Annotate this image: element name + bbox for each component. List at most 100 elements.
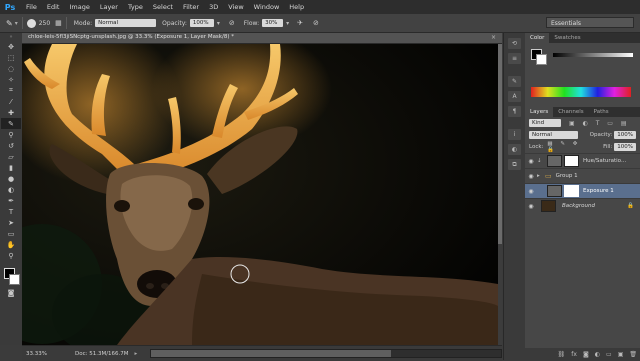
vertical-scrollbar[interactable] — [498, 44, 502, 345]
menu-help[interactable]: Help — [284, 3, 309, 11]
brush-presets-icon[interactable]: ✎ — [508, 76, 521, 87]
new-group-icon[interactable]: ▭ — [606, 351, 612, 358]
layer-row-selected[interactable]: ◉ Exposure 1 — [525, 183, 640, 198]
pen-icon[interactable]: ✒ — [1, 195, 21, 206]
trash-icon[interactable]: 🗑 — [629, 351, 637, 358]
path-select-icon[interactable]: ➤ — [1, 217, 21, 228]
close-document-icon[interactable]: × — [491, 34, 496, 41]
layers-panel-tabs: Layers Channels Paths — [525, 107, 640, 117]
styles-icon[interactable]: ⧉ — [508, 159, 521, 170]
opacity-field[interactable]: 100% — [189, 19, 214, 27]
blend-mode-select[interactable]: Normal — [529, 131, 578, 139]
background-color-swatch[interactable] — [9, 274, 20, 285]
lock-icons[interactable]: ▦ ✎ ✥ 🔒 — [547, 141, 589, 153]
document-tab[interactable]: chloe-leis-5fl3jiSNcptg-unsplash.jpg @ 3… — [22, 33, 502, 44]
airbrush-icon[interactable]: ✈ — [297, 19, 303, 27]
blur-icon[interactable]: ● — [1, 173, 21, 184]
visibility-eye-icon[interactable]: ◉ — [525, 158, 537, 165]
menu-type[interactable]: Type — [123, 3, 148, 11]
filter-icons[interactable]: ▣ ◐ T ▭ ▤ — [569, 120, 630, 127]
zoom-icon[interactable]: ⚲ — [1, 250, 21, 261]
add-mask-icon[interactable]: ◙ — [583, 351, 589, 358]
menu-3d[interactable]: 3D — [204, 3, 223, 11]
info-icon[interactable]: i — [508, 129, 521, 140]
link-icon[interactable]: ⛓ — [558, 351, 566, 358]
menu-select[interactable]: Select — [148, 3, 178, 11]
type-icon[interactable]: T — [1, 206, 21, 217]
mask-thumb[interactable] — [564, 185, 579, 197]
mode-select[interactable]: Normal — [95, 19, 157, 27]
brush-size[interactable]: 250 — [39, 20, 50, 27]
pressure-opacity-icon[interactable]: ⊘ — [229, 19, 235, 27]
tab-color[interactable]: Color — [525, 33, 550, 43]
paragraph-icon[interactable]: ¶ — [508, 106, 521, 117]
zoom-level[interactable]: 33.33% — [26, 351, 47, 357]
tool-preset-chevron-icon[interactable]: ▾ — [15, 20, 18, 27]
scroll-thumb[interactable] — [498, 44, 502, 244]
document-canvas[interactable] — [22, 44, 498, 345]
horizontal-scroll-thumb[interactable] — [151, 350, 391, 357]
layer-row[interactable]: ◉ ▸ ▭ Group 1 — [525, 168, 640, 183]
brush-panel-icon[interactable]: ▦ — [55, 19, 62, 27]
menu-layer[interactable]: Layer — [95, 3, 123, 11]
brush-preview-icon[interactable] — [26, 18, 36, 28]
lasso-icon[interactable]: ◌ — [1, 63, 21, 74]
crop-icon[interactable]: ⌗ — [1, 85, 21, 96]
color-ramp[interactable] — [531, 87, 631, 97]
menu-filter[interactable]: Filter — [178, 3, 204, 11]
horizontal-scrollbar[interactable] — [150, 349, 502, 358]
visibility-eye-icon[interactable]: ◉ — [525, 188, 537, 195]
character-icon[interactable]: A — [508, 91, 521, 102]
quick-select-icon[interactable]: ✧ — [1, 74, 21, 85]
menu-edit[interactable]: Edit — [42, 3, 65, 11]
fx-icon[interactable]: fx — [571, 351, 577, 358]
opacity-chevron-icon[interactable]: ▾ — [217, 20, 220, 27]
layer-opacity-field[interactable]: 100% — [614, 131, 636, 139]
shape-icon[interactable]: ▭ — [1, 228, 21, 239]
layer-row[interactable]: ◉ ↓ Hue/Saturatio... — [525, 153, 640, 168]
pressure-size-icon[interactable]: ⊘ — [313, 19, 319, 27]
adjustments-icon[interactable]: ◐ — [508, 144, 521, 155]
bg-swatch[interactable] — [536, 54, 547, 65]
color-swatches[interactable] — [1, 265, 21, 287]
eyedropper-icon[interactable]: ⁄ — [1, 96, 21, 107]
brush-tool-icon[interactable]: ✎ — [6, 19, 13, 28]
clone-stamp-icon[interactable]: ⚲ — [1, 129, 21, 140]
healing-icon[interactable]: ✚ — [1, 107, 21, 118]
menu-image[interactable]: Image — [64, 3, 94, 11]
layer-row[interactable]: ◉ Background 🔒 — [525, 198, 640, 213]
eraser-icon[interactable]: ▱ — [1, 151, 21, 162]
expand-arrow-icon[interactable]: ▸ — [537, 173, 545, 179]
kind-filter-select[interactable]: Kind — [529, 119, 561, 127]
collapse-icon[interactable]: » — [1, 33, 21, 41]
quick-mask-icon[interactable]: ◙ — [1, 287, 21, 298]
tab-channels[interactable]: Channels — [553, 107, 588, 117]
menu-file[interactable]: File — [21, 3, 42, 11]
color-panel-tabs: Color Swatches — [525, 33, 640, 43]
tab-swatches[interactable]: Swatches — [549, 33, 585, 43]
flow-chevron-icon[interactable]: ▾ — [286, 20, 289, 27]
gradient-icon[interactable]: ▮ — [1, 162, 21, 173]
brush-icon[interactable]: ✎ — [1, 118, 21, 129]
tab-paths[interactable]: Paths — [589, 107, 614, 117]
menu-window[interactable]: Window — [249, 3, 285, 11]
history-icon[interactable]: ⟲ — [508, 38, 521, 49]
tab-layers[interactable]: Layers — [525, 107, 554, 117]
new-layer-icon[interactable]: ▣ — [618, 351, 624, 358]
flow-field[interactable]: 30% — [262, 19, 284, 27]
menu-view[interactable]: View — [223, 3, 248, 11]
status-menu-icon[interactable]: ▸ — [135, 351, 138, 357]
visibility-eye-icon[interactable]: ◉ — [525, 203, 537, 210]
move-icon[interactable]: ✥ — [1, 41, 21, 52]
visibility-eye-icon[interactable]: ◉ — [525, 173, 537, 180]
workspace-switcher[interactable]: Essentials — [546, 17, 634, 28]
adjustment-thumb — [547, 155, 562, 167]
marquee-icon[interactable]: ⬚ — [1, 52, 21, 63]
hand-icon[interactable]: ✋ — [1, 239, 21, 250]
adjustment-layer-icon[interactable]: ◐ — [595, 351, 600, 358]
fill-field[interactable]: 100% — [614, 143, 636, 151]
brightness-slider[interactable] — [553, 53, 633, 57]
dodge-icon[interactable]: ◐ — [1, 184, 21, 195]
history-brush-icon[interactable]: ↺ — [1, 140, 21, 151]
properties-icon[interactable]: ≡ — [508, 53, 521, 64]
